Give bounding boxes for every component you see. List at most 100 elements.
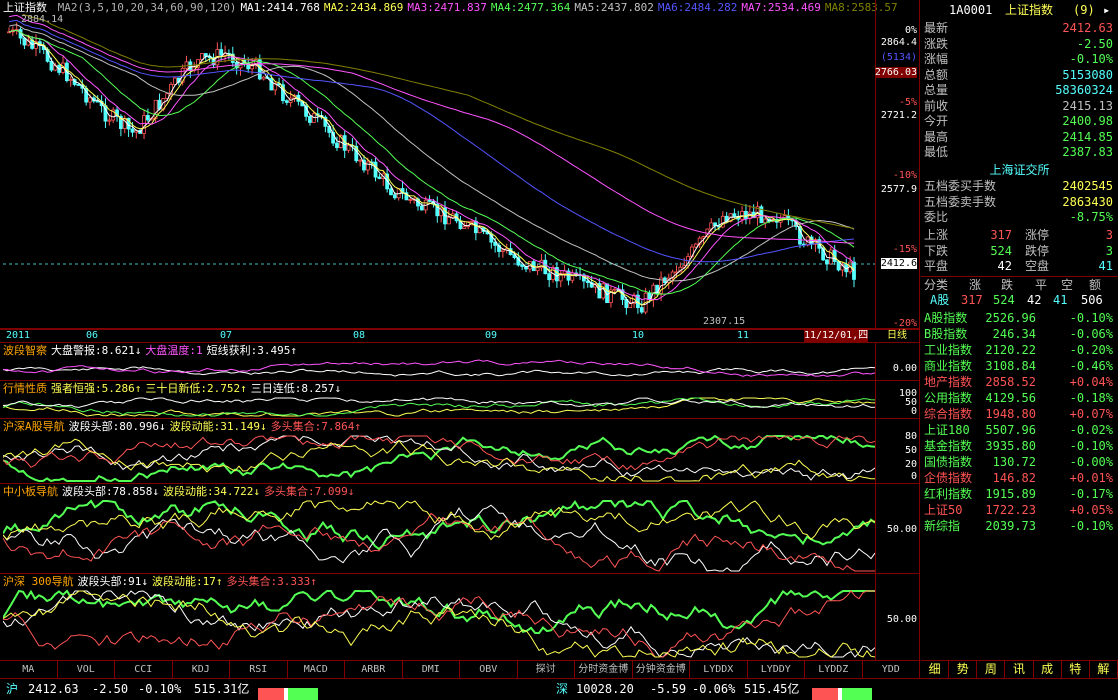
tab-4[interactable]: RSI bbox=[230, 661, 288, 678]
sidebar-tab-2[interactable]: 周 bbox=[977, 661, 1006, 678]
breadth-header-cell: 跌 bbox=[1001, 278, 1014, 292]
breadth-header-cell: 额 bbox=[1089, 278, 1102, 292]
index-price: 3935.80 bbox=[985, 439, 1036, 453]
breadth-row[interactable]: A股 317 524 42 41 506 bbox=[921, 292, 1118, 308]
indicator-panel-2[interactable]: 行情性质 强者恒强:5.286↑ 三十日新低:2.752↑ 三日连低:8.257↓ 1… bbox=[0, 381, 920, 419]
date-label: 08 bbox=[353, 330, 366, 341]
index-change: -0.00% bbox=[1069, 455, 1113, 469]
pct-tick: -5% bbox=[898, 97, 917, 108]
index-price: 5507.96 bbox=[985, 423, 1036, 437]
date-label: 11 bbox=[737, 330, 750, 341]
field-label: 最新 bbox=[924, 21, 949, 35]
index-row[interactable]: 公用指数 4129.56 -0.18% bbox=[921, 390, 1118, 406]
index-row[interactable]: 新综指 2039.73 -0.10% bbox=[921, 518, 1118, 534]
panel-title: 波段智察 大盘警报:8.621↓ 大盘温度:1 短线获利:3.495↑ bbox=[3, 344, 301, 358]
scale-tick: 0.00 bbox=[892, 363, 917, 374]
indicator-panel-4[interactable]: 中小板导航 波段头部:78.858↓ 波段动能:34.722↓ 多头集合:7.099↓… bbox=[0, 484, 920, 574]
index-row[interactable]: B股指数 246.34 -0.06% bbox=[921, 326, 1118, 342]
candle-body bbox=[373, 161, 378, 178]
sidebar-tab-4[interactable]: 成 bbox=[1034, 661, 1062, 678]
breadth-cell: 317 bbox=[990, 228, 1012, 242]
tab-8[interactable]: OBV bbox=[460, 661, 518, 678]
candle-body bbox=[470, 220, 474, 223]
tab-15[interactable]: YDD bbox=[863, 661, 920, 678]
tab-0[interactable]: MA bbox=[0, 661, 58, 678]
index-row[interactable]: 基金指数 3935.80 -0.10% bbox=[921, 438, 1118, 454]
tab-10[interactable]: 分时资金博 bbox=[575, 661, 633, 678]
sidebar-tab-6[interactable]: 解 bbox=[1090, 661, 1118, 678]
date-label: 07 bbox=[220, 330, 233, 341]
indicator-chart[interactable] bbox=[3, 588, 875, 660]
index-change: -0.02% bbox=[1069, 423, 1113, 437]
panel-name: 沪深A股导航 bbox=[3, 420, 65, 433]
pct-tick: -15% bbox=[892, 244, 917, 255]
index-row[interactable]: 商业指数 3108.84 -0.46% bbox=[921, 358, 1118, 374]
tab-9[interactable]: 探讨 bbox=[518, 661, 575, 678]
tab-3[interactable]: KDJ bbox=[173, 661, 230, 678]
ma-line bbox=[8, 24, 855, 282]
indicator-panel-3[interactable]: 沪深A股导航 波段头部:80.996↓ 波段动能:31.149↓ 多头集合:7.864… bbox=[0, 419, 920, 484]
sidebar-tab-0[interactable]: 细 bbox=[921, 661, 950, 678]
index-row[interactable]: 上证50 1722.23 +0.05% bbox=[921, 502, 1118, 518]
chart-area[interactable]: 上证指数 MA2(3,5,10,20,34,60,90,120) MA1:2414… bbox=[0, 0, 920, 660]
indicator-panel-1[interactable]: 波段智察 大盘警报:8.621↓ 大盘温度:1 短线获利:3.495↑ 0.00 bbox=[0, 343, 920, 381]
field-value: 2400.98 bbox=[1062, 114, 1113, 128]
tab-6[interactable]: ARBR bbox=[345, 661, 403, 678]
tab-5[interactable]: MACD bbox=[288, 661, 345, 678]
indicator-scale: 100 50 0 bbox=[875, 381, 920, 418]
panel-item: 波段头部:80.996↓ bbox=[68, 420, 166, 433]
period-label[interactable]: 日线 bbox=[887, 330, 907, 342]
index-row[interactable]: 综合指数 1948.80 +0.07% bbox=[921, 406, 1118, 422]
quote-row: 前收 2415.13 bbox=[921, 98, 1118, 114]
tab-1[interactable]: VOL bbox=[58, 661, 115, 678]
sidebar-tab-1[interactable]: 势 bbox=[949, 661, 978, 678]
tab-11[interactable]: 分钟资金博 bbox=[633, 661, 690, 678]
index-row[interactable]: 工业指数 2120.22 -0.20% bbox=[921, 342, 1118, 358]
tab-7[interactable]: DMI bbox=[403, 661, 460, 678]
index-name: 国债指数 bbox=[924, 455, 973, 469]
exchange-name: 上海证交所 bbox=[989, 163, 1050, 177]
candle-body bbox=[184, 61, 189, 69]
kline-chart[interactable]: 2884.14 2307.15 bbox=[3, 14, 875, 329]
panel-title: 沪深A股导航 波段头部:80.996↓ 波段动能:31.149↓ 多头集合:7.864… bbox=[3, 420, 365, 434]
index-price: 2858.52 bbox=[985, 375, 1036, 389]
candle-body bbox=[261, 76, 266, 80]
kline-panel[interactable]: 上证指数 MA2(3,5,10,20,34,60,90,120) MA1:2414… bbox=[0, 0, 920, 329]
tab-14[interactable]: LYDDZ bbox=[805, 661, 863, 678]
field-label: 最高 bbox=[924, 129, 949, 144]
ma-line bbox=[8, 19, 855, 263]
candle-body bbox=[732, 213, 737, 217]
index-row[interactable]: A股指数 2526.96 -0.10% bbox=[921, 310, 1118, 326]
indicator-chart[interactable] bbox=[3, 433, 875, 484]
panel-title: 沪深 300导航 波段头部:91↓ 波段动能:17↑ 多头集合:3.333↑ bbox=[3, 575, 321, 589]
index-price: 1722.23 bbox=[985, 503, 1036, 517]
index-row[interactable]: 上证180 5507.96 -0.02% bbox=[921, 422, 1118, 438]
indicator-chart[interactable] bbox=[3, 498, 875, 574]
ma-line bbox=[8, 29, 855, 295]
tab-13[interactable]: LYDDY bbox=[748, 661, 805, 678]
ma-label: MA7:2534.469 bbox=[741, 1, 821, 14]
candle-body bbox=[377, 176, 382, 179]
tab-12[interactable]: LYDDX bbox=[690, 661, 748, 678]
sidebar-tab-3[interactable]: 讯 bbox=[1005, 661, 1034, 678]
indicator-line bbox=[3, 504, 875, 572]
index-price: 146.82 bbox=[992, 471, 1036, 485]
menu-icon[interactable]: ▸ bbox=[1103, 2, 1110, 18]
tab-2[interactable]: CCI bbox=[115, 661, 173, 678]
sidebar-tab-5[interactable]: 特 bbox=[1062, 661, 1090, 678]
index-change: -0.18% bbox=[1069, 391, 1113, 405]
index-row[interactable]: 企债指数 146.82 +0.01% bbox=[921, 470, 1118, 486]
sz-change: -5.59 bbox=[650, 682, 687, 696]
candle-body bbox=[744, 210, 748, 219]
candle-body bbox=[392, 194, 397, 199]
index-row[interactable]: 地产指数 2858.52 +0.04% bbox=[921, 374, 1118, 390]
indicator-chart[interactable] bbox=[3, 357, 875, 381]
price-tick: 2721.2 bbox=[880, 110, 917, 121]
date-label: 09 bbox=[485, 330, 498, 341]
indicator-panel-5[interactable]: 沪深 300导航 波段头部:91↓ 波段动能:17↑ 多头集合:3.333↑ 50.0… bbox=[0, 574, 920, 660]
index-row[interactable]: 国债指数 130.72 -0.00% bbox=[921, 454, 1118, 470]
field-label: 前收 bbox=[924, 98, 949, 113]
indicator-chart[interactable] bbox=[3, 395, 875, 419]
index-row[interactable]: 红利指数 1915.89 -0.17% bbox=[921, 486, 1118, 502]
panel-name: 行情性质 bbox=[3, 382, 47, 395]
